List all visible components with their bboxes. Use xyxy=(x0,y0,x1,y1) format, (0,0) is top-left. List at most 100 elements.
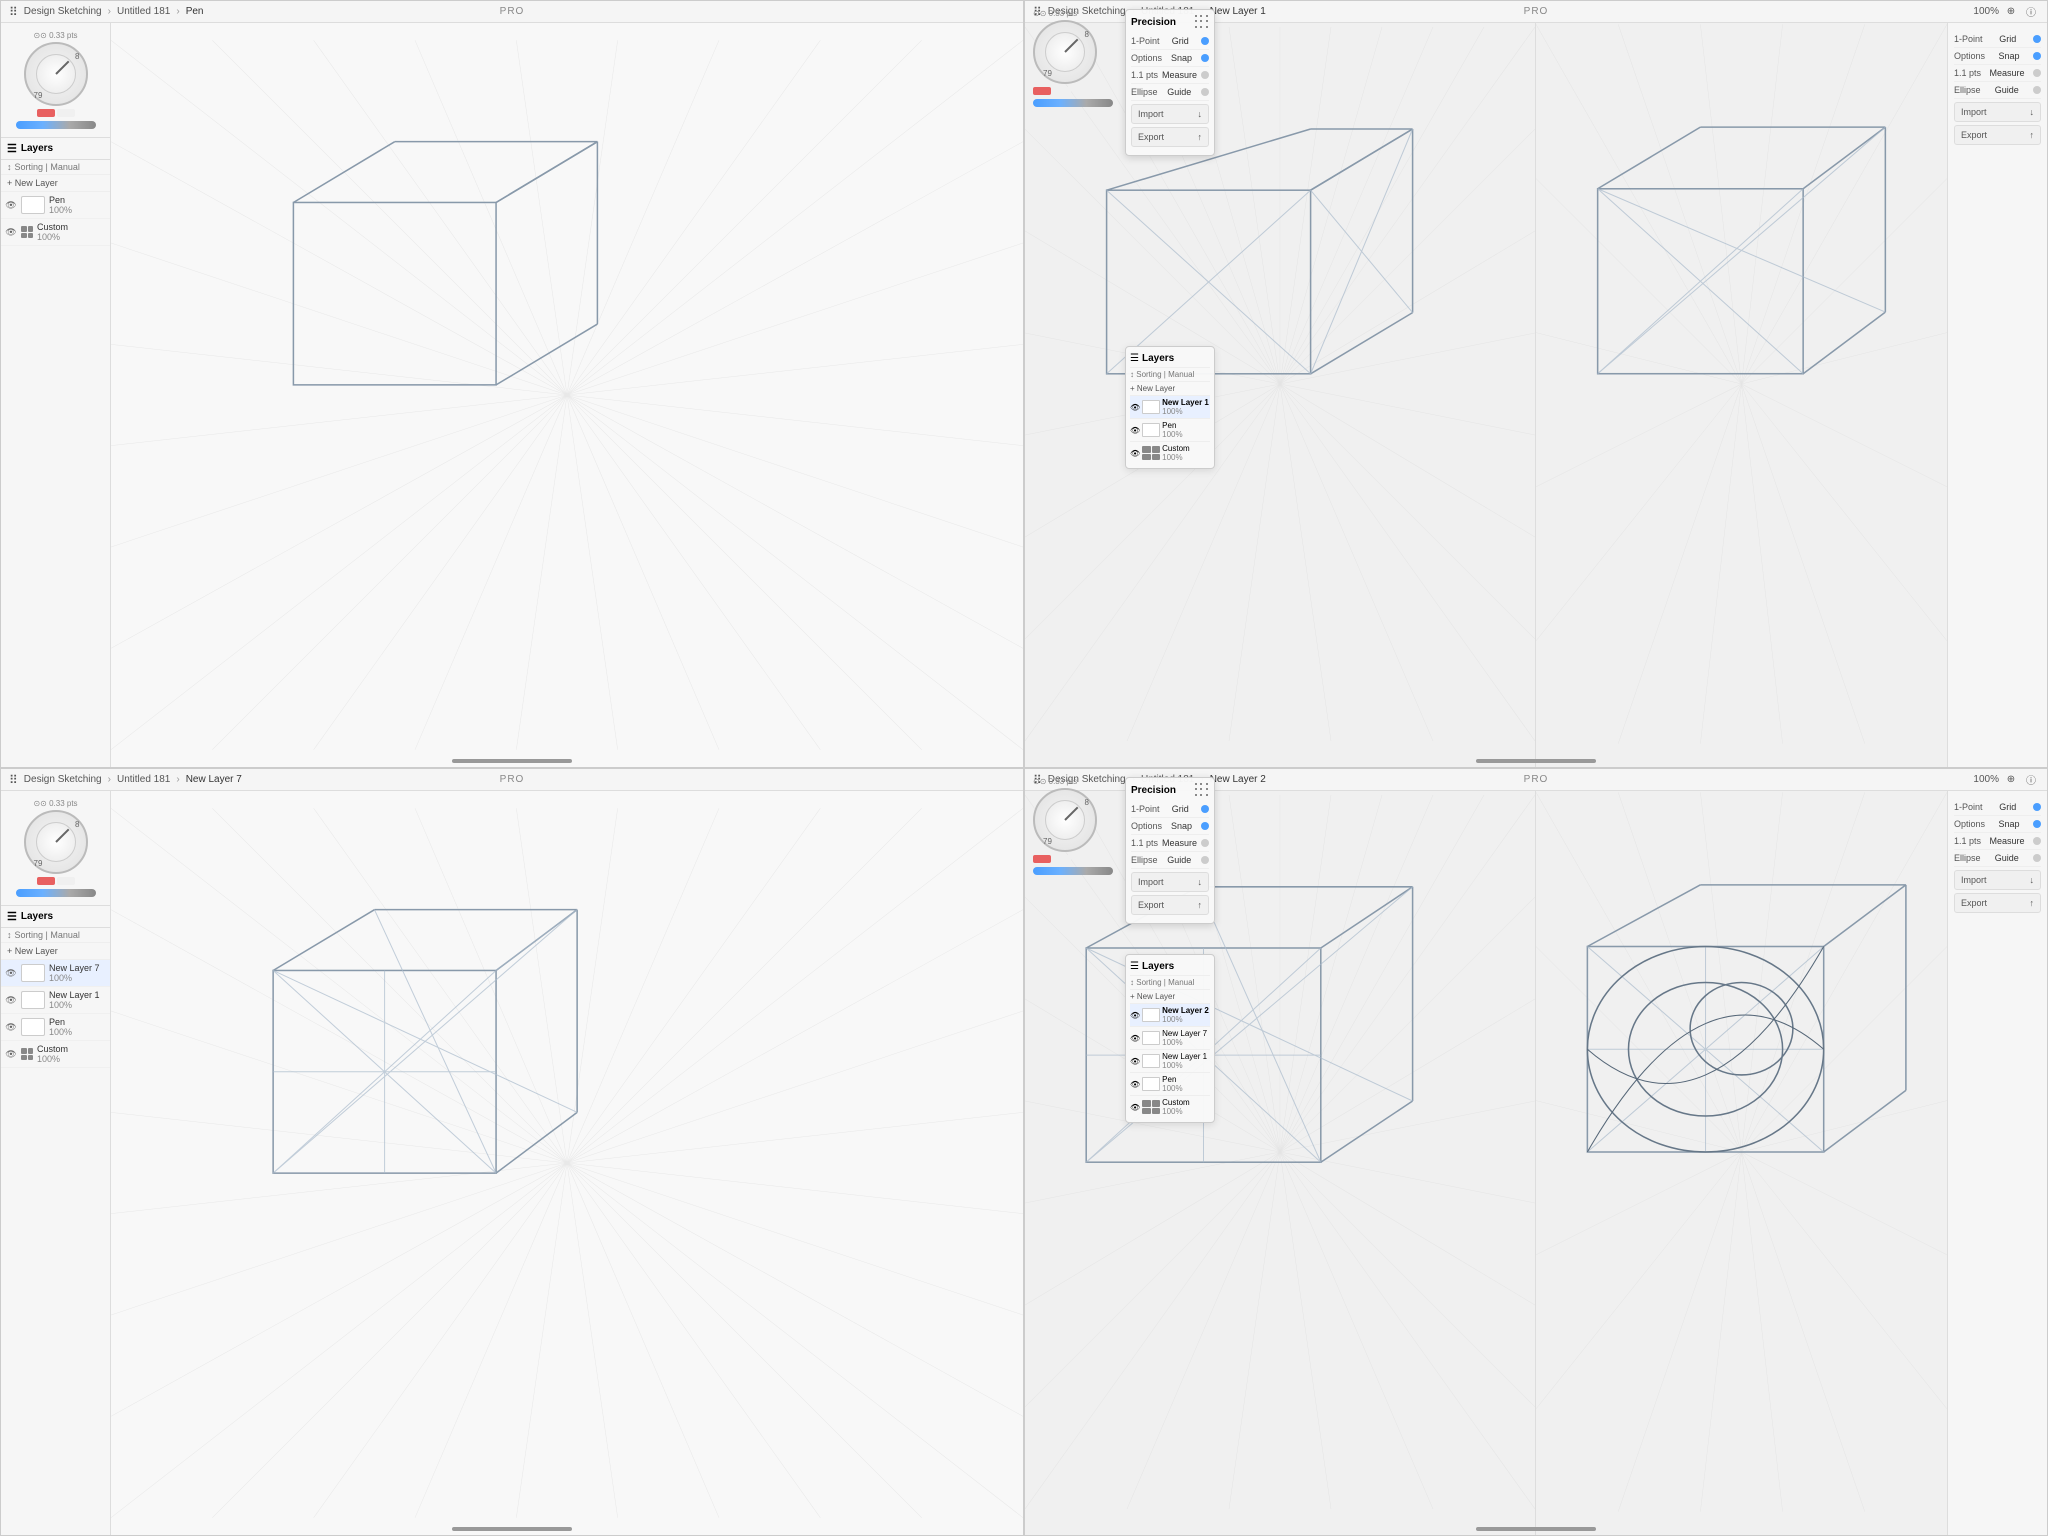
fl-eye1-tr[interactable]: 👁 xyxy=(1130,403,1140,412)
eye-icon-custom-tl[interactable]: 👁 xyxy=(5,226,17,238)
compass-inner-br xyxy=(1045,800,1085,840)
layer-item-nl7-bl[interactable]: 👁 New Layer 7 100% xyxy=(1,960,110,987)
fp-row3-tr: 1.1 pts Measure xyxy=(1131,67,1209,84)
zoom-btn-br[interactable]: ⊕ xyxy=(2003,772,2019,788)
fl-info2-br: New Layer 7 100% xyxy=(1162,1029,1207,1047)
eye-nl1-bl[interactable]: 👁 xyxy=(5,994,17,1006)
layer-item-custom-bl[interactable]: 👁 Custom 100% xyxy=(1,1041,110,1068)
compass-val2-br: 8 xyxy=(1085,798,1089,807)
zoom-btn-tr[interactable]: ⊕ xyxy=(2003,4,2019,20)
compass-val1-br: 79 xyxy=(1043,837,1052,846)
export-btn-br[interactable]: Export ↑ xyxy=(1131,895,1209,915)
layers-title-tl: Layers xyxy=(21,143,53,154)
rp-row3-tr: 1.1 pts Measure xyxy=(1954,65,2041,82)
eye-nl7-bl[interactable]: 👁 xyxy=(5,967,17,979)
fl-new-layer-tr[interactable]: + New Layer xyxy=(1130,382,1210,396)
eye-custom-bl[interactable]: 👁 xyxy=(5,1048,17,1060)
new-layer-btn-bl[interactable]: + New Layer xyxy=(1,943,110,960)
compass-circle-br[interactable]: 79 8 xyxy=(1033,788,1097,852)
bc-doc-tl[interactable]: Untitled 181 xyxy=(117,6,170,17)
fl-layer3-br[interactable]: 👁 New Layer 1 100% xyxy=(1130,1050,1210,1073)
bc-doc-bl[interactable]: Untitled 181 xyxy=(117,774,170,785)
fp-toggle3-br[interactable] xyxy=(1201,839,1209,847)
br-left-half: ⊙⊙ 0.33 pts 79 8 xyxy=(1025,769,1536,1535)
fl-layer1-tr[interactable]: 👁 New Layer 1 100% xyxy=(1130,396,1210,419)
layer-item-custom-tl[interactable]: 👁 Custom 100% xyxy=(1,219,110,246)
rp-toggle1-tr[interactable] xyxy=(2033,35,2041,43)
fl-eye4-br[interactable]: 👁 xyxy=(1130,1080,1140,1089)
compass-val2-bl: 8 xyxy=(75,820,79,829)
info-custom-bl: Custom 100% xyxy=(37,1044,106,1064)
fl-layer2-tr[interactable]: 👁 Pen 100% xyxy=(1130,419,1210,442)
bc-layer-tr[interactable]: New Layer 1 xyxy=(1210,6,1266,17)
fl-layer2-br[interactable]: 👁 New Layer 7 100% xyxy=(1130,1027,1210,1050)
panel-bottom-left: ⠿ Design Sketching › Untitled 181 › New … xyxy=(0,768,1024,1536)
rp-toggle1-br[interactable] xyxy=(2033,803,2041,811)
export-btn-tr[interactable]: Export ↑ xyxy=(1131,127,1209,147)
rp-export-btn-br[interactable]: Export ↑ xyxy=(1954,893,2041,913)
fp-toggle2-br[interactable] xyxy=(1201,822,1209,830)
fl-eye3-br[interactable]: 👁 xyxy=(1130,1057,1140,1066)
layer-item-pen-bl[interactable]: 👁 Pen 100% xyxy=(1,1014,110,1041)
layer-opacity-pen-tl: 100% xyxy=(49,205,106,215)
fp-label1-tr: 1-Point xyxy=(1131,36,1160,46)
fp-toggle1-tr[interactable] xyxy=(1201,37,1209,45)
bc-layer-br[interactable]: New Layer 2 xyxy=(1210,774,1266,785)
scrollbar-tr[interactable] xyxy=(1476,759,1596,763)
fl-new-layer-br[interactable]: + New Layer xyxy=(1130,990,1210,1004)
bc-app-tl[interactable]: Design Sketching xyxy=(24,6,102,17)
fl-eye3-tr[interactable]: 👁 xyxy=(1130,449,1140,458)
fl-header-tr: ☰ Layers xyxy=(1130,351,1210,368)
layer-item-nl1-bl[interactable]: 👁 New Layer 1 100% xyxy=(1,987,110,1014)
eye-icon-pen-tl[interactable]: 👁 xyxy=(5,199,17,211)
info-btn-tr[interactable]: ⓘ xyxy=(2023,4,2039,20)
bc-sep1-bl: › xyxy=(108,774,111,785)
bc-app-bl[interactable]: Design Sketching xyxy=(24,774,102,785)
rp-row4-br: Ellipse Guide xyxy=(1954,850,2041,867)
fl-eye2-tr[interactable]: 👁 xyxy=(1130,426,1140,435)
bc-sep2-bl: › xyxy=(176,774,179,785)
rp-export-btn-tr[interactable]: Export ↑ xyxy=(1954,125,2041,145)
fl-eye2-br[interactable]: 👁 xyxy=(1130,1034,1140,1043)
rp-toggle4-tr[interactable] xyxy=(2033,86,2041,94)
info-btn-br[interactable]: ⓘ xyxy=(2023,772,2039,788)
import-btn-tr[interactable]: Import ↓ xyxy=(1131,104,1209,124)
bc-layer-tl[interactable]: Pen xyxy=(186,6,204,17)
rp-toggle2-tr[interactable] xyxy=(2033,52,2041,60)
canvas-tl[interactable] xyxy=(111,23,1023,767)
rp-toggle3-br[interactable] xyxy=(2033,837,2041,845)
fl-eye1-br[interactable]: 👁 xyxy=(1130,1011,1140,1020)
fp-toggle4-br[interactable] xyxy=(1201,856,1209,864)
bc-layer-bl[interactable]: New Layer 7 xyxy=(186,774,242,785)
color-swatches-br xyxy=(1033,855,1113,863)
panel-bottom-right: ⠿ Design Sketching › Untitled 181 › New … xyxy=(1024,768,2048,1536)
rp-toggle4-br[interactable] xyxy=(2033,854,2041,862)
canvas-bl[interactable] xyxy=(111,791,1023,1535)
eye-pen-bl[interactable]: 👁 xyxy=(5,1021,17,1033)
fp-toggle4-tr[interactable] xyxy=(1201,88,1209,96)
rp-import-btn-tr[interactable]: Import ↓ xyxy=(1954,102,2041,122)
rp-toggle3-tr[interactable] xyxy=(2033,69,2041,77)
rp-import-btn-br[interactable]: Import ↓ xyxy=(1954,870,2041,890)
fl-layer1-br[interactable]: 👁 New Layer 2 100% xyxy=(1130,1004,1210,1027)
compass-circle-tl[interactable]: 79 8 xyxy=(24,42,88,106)
rp-toggle2-br[interactable] xyxy=(2033,820,2041,828)
scrollbar-br[interactable] xyxy=(1476,1527,1596,1531)
scrollbar-tl[interactable] xyxy=(452,759,572,763)
fl-layer5-br[interactable]: 👁 Custom 100% xyxy=(1130,1096,1210,1118)
new-layer-btn-tl[interactable]: + New Layer xyxy=(1,175,110,192)
fl-layer4-br[interactable]: 👁 Pen 100% xyxy=(1130,1073,1210,1096)
fl-layer3-tr[interactable]: 👁 Custom 100% xyxy=(1130,442,1210,464)
compass-circle-bl[interactable]: 79 8 xyxy=(24,810,88,874)
fl-eye5-br[interactable]: 👁 xyxy=(1130,1103,1140,1112)
color-swatches-bl xyxy=(37,877,75,885)
layer-item-pen-tl[interactable]: 👁 Pen 100% xyxy=(1,192,110,219)
import-btn-br[interactable]: Import ↓ xyxy=(1131,872,1209,892)
fp-toggle2-tr[interactable] xyxy=(1201,54,1209,62)
fp-toggle1-br[interactable] xyxy=(1201,805,1209,813)
rp-row3-br: 1.1 pts Measure xyxy=(1954,833,2041,850)
fp-toggle3-tr[interactable] xyxy=(1201,71,1209,79)
compass-circle-tr[interactable]: 79 8 xyxy=(1033,20,1097,84)
fl-name4-br: Pen xyxy=(1162,1075,1182,1084)
scrollbar-bl[interactable] xyxy=(452,1527,572,1531)
